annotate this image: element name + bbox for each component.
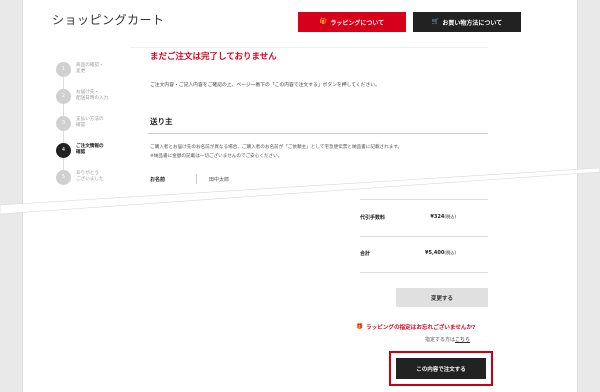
shipping-row: ¥0(税込)	[360, 178, 488, 188]
total-label: 合計	[360, 251, 371, 257]
cod-fee-label: 代引手数料	[360, 215, 386, 221]
step-2-number: 2	[56, 88, 71, 104]
step-4-number: 4	[56, 142, 71, 158]
sender-name-label: お名前	[150, 177, 166, 183]
sender-section-divider	[148, 133, 488, 134]
confirm-instruction: ご注文内容・ご記入内容をご確認の上、ページ一番下の「この内容で注文する」ボタンを…	[150, 83, 380, 88]
step-4: 4 ご注文情報の 確認	[50, 137, 140, 163]
gift-icon: 🎁	[356, 324, 363, 330]
step-1-label: 商品の確認・ 変更	[76, 62, 104, 74]
sender-description: ご購入者とお届け先のお名前が異なる場合、ご購入者のお名前が「ご依頼主」として宅急…	[150, 144, 490, 161]
how-to-order-button[interactable]: 🛒 お買い物方法について	[413, 12, 521, 32]
cod-fee-row: 代引手数料 ¥324(税込)	[360, 214, 488, 224]
summary-divider-2	[360, 236, 488, 237]
sender-description-line-2: ※納品書に金額の記載は一切ございませんのでご安心ください。	[150, 153, 283, 159]
step-5: 5 ありがとう ございました	[50, 164, 140, 190]
step-1: 1 商品の確認・ 変更	[50, 56, 140, 82]
cod-fee-value: ¥324	[430, 214, 445, 220]
page-title: ショッピングカート	[52, 13, 165, 27]
wrapping-here-link[interactable]: こちら	[455, 337, 470, 343]
step-5-label: ありがとう ございました	[76, 170, 104, 182]
step-1-number: 1	[56, 61, 71, 77]
total-value: ¥5,400	[425, 250, 445, 256]
step-3: 3 支払い方法の 確認	[50, 110, 140, 136]
sender-description-line-1: ご購入者とお届け先のお名前が異なる場合、ご購入者のお名前が「ご依頼主」として宅急…	[150, 145, 403, 150]
header-divider	[130, 47, 488, 48]
wrapping-reminder-text: ラッピングの指定はお忘れございませんか?	[365, 325, 476, 331]
summary-divider-3	[360, 272, 488, 273]
total-tax: (税込)	[444, 250, 456, 255]
wrapping-how-prefix: 指定する方は	[425, 337, 456, 343]
wrapping-reminder: 🎁 ラッピングの指定はお忘れございませんか?	[356, 323, 475, 331]
wrapping-how-to: 指定する方はこちら	[425, 336, 470, 343]
wrapping-info-label: ラッピングについて	[330, 19, 385, 27]
sender-name-value: 田中太郎	[209, 177, 230, 183]
step-2-label: お届け先・ 配送日時の入力	[76, 89, 109, 101]
field-divider	[196, 174, 197, 184]
total-row: 合計 ¥5,400(税込)	[360, 250, 488, 260]
step-4-label: ご注文情報の 確認	[76, 143, 104, 155]
step-2: 2 お届け先・ 配送日時の入力	[50, 83, 140, 109]
place-order-button[interactable]: この内容で注文する	[396, 358, 486, 379]
cod-fee-tax: (税込)	[444, 214, 456, 219]
step-5-number: 5	[56, 169, 71, 185]
order-steps: 1 商品の確認・ 変更 2 お届け先・ 配送日時の入力 3 支払い方法の 確認 …	[50, 56, 140, 191]
order-incomplete-warning: まだご注文は完了しておりません	[150, 52, 277, 62]
summary-divider-1	[360, 199, 488, 200]
cart-icon: 🛒	[431, 18, 440, 25]
change-button[interactable]: 変更する	[396, 288, 488, 307]
step-3-number: 3	[56, 115, 71, 131]
how-to-order-label: お買い物方法について	[442, 19, 503, 27]
step-3-label: 支払い方法の 確認	[76, 116, 104, 128]
gift-icon: 🎁	[319, 18, 328, 25]
wrapping-info-button[interactable]: 🎁 ラッピングについて	[298, 12, 406, 32]
sender-section-title: 送り主	[150, 117, 173, 126]
shipping-tax: (税込)	[444, 178, 456, 183]
